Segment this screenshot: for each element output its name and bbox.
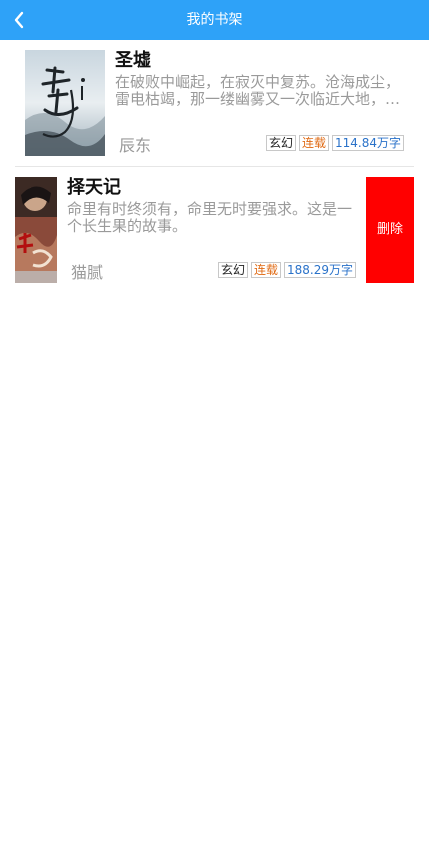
status-tag: 连载 <box>298 135 329 151</box>
bookshelf-screen: 我的书架 圣墟 在破败中崛起，在寂灭中复苏。沧海成尘，雷电枯竭，那一缕幽雾又一次… <box>0 0 429 842</box>
delete-button[interactable]: 删除 <box>366 177 414 283</box>
book-author: 猫腻 <box>71 263 104 282</box>
page-title: 我的书架 <box>186 12 243 28</box>
book-author: 辰东 <box>119 136 152 155</box>
word-count-tag: 188.29万字 <box>284 262 356 278</box>
book-description: 在破败中崛起，在寂灭中复苏。沧海成尘，雷电枯竭，那一缕幽雾又一次临近大地，世间的… <box>115 74 401 108</box>
book-list-item[interactable]: 择天记 命里有时终须有，命里无时要强求。这是一个长生果的故事。 猫腻 玄幻 连载… <box>0 167 429 293</box>
genre-tag: 玄幻 <box>265 135 296 151</box>
book-title: 圣墟 <box>115 50 151 71</box>
book-item-content[interactable]: 圣墟 在破败中崛起，在寂灭中复苏。沧海成尘，雷电枯竭，那一缕幽雾又一次临近大地，… <box>25 40 424 166</box>
book-tags: 玄幻 连载 114.84万字 <box>265 135 404 151</box>
book-cover <box>15 177 57 283</box>
book-title: 择天记 <box>67 177 121 198</box>
nav-bar: 我的书架 <box>0 0 429 40</box>
book-list-item[interactable]: 圣墟 在破败中崛起，在寂灭中复苏。沧海成尘，雷电枯竭，那一缕幽雾又一次临近大地，… <box>0 40 429 166</box>
status-tag: 连载 <box>250 262 281 278</box>
book-cover <box>25 50 105 156</box>
word-count-tag: 114.84万字 <box>332 135 404 151</box>
genre-tag: 玄幻 <box>217 262 248 278</box>
book-description: 命里有时终须有，命里无时要强求。这是一个长生果的故事。 <box>67 201 353 235</box>
book-tags: 玄幻 连载 188.29万字 <box>217 262 356 278</box>
